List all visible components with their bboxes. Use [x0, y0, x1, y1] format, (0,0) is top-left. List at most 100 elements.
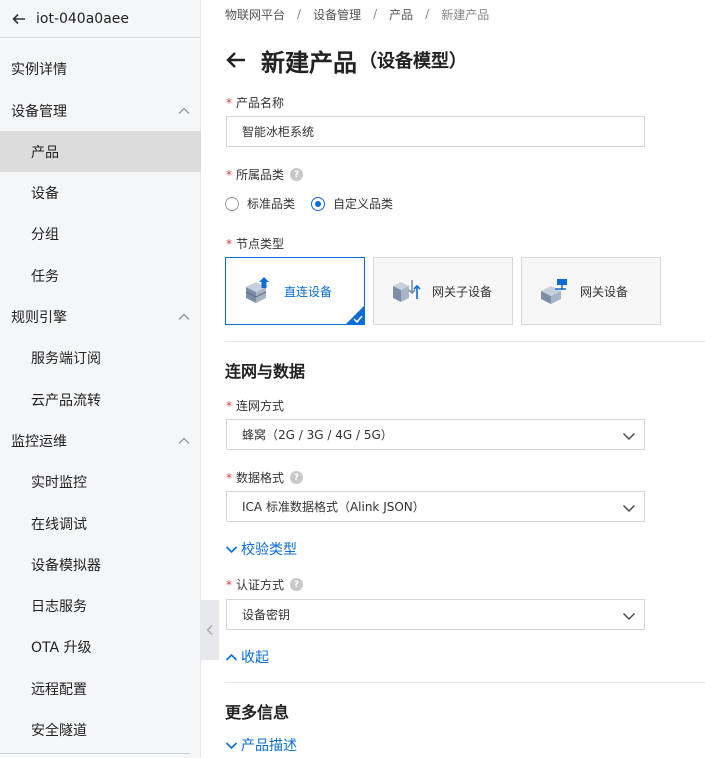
chevron-down-icon: [623, 433, 635, 440]
select-value: ICA 标准数据格式（Alink JSON）: [242, 500, 425, 514]
node-card-label: 网关子设备: [432, 284, 493, 299]
sidebar-item-server-subscription[interactable]: 服务端订阅: [0, 337, 201, 378]
breadcrumb-item[interactable]: 设备管理: [313, 6, 361, 23]
node-card-gateway-device[interactable]: 网关设备: [521, 257, 661, 325]
chevron-down-icon: [623, 613, 635, 620]
gateway-sub-device-icon: [393, 280, 421, 302]
help-icon[interactable]: ?: [290, 578, 304, 591]
section-title-more-info: 更多信息: [225, 703, 290, 722]
select-value: 蜂窝（2G / 3G / 4G / 5G）: [242, 428, 393, 442]
sidebar-item-label: 任务: [31, 268, 59, 285]
sidebar-item-label: 设备管理: [11, 103, 67, 120]
page-title-text: 新建产品: [261, 48, 357, 77]
data-format-select[interactable]: ICA 标准数据格式（Alink JSON）: [226, 491, 645, 522]
breadcrumb-item[interactable]: 物联网平台: [225, 6, 285, 23]
sidebar-group-monitoring-ops[interactable]: 监控运维: [0, 420, 201, 461]
help-icon[interactable]: ?: [290, 168, 304, 181]
sidebar-item-group[interactable]: 分组: [0, 213, 201, 254]
sidebar-item-label: 安全隧道: [31, 722, 87, 739]
auth-method-select[interactable]: 设备密钥: [226, 599, 645, 630]
node-card-label: 直连设备: [284, 284, 333, 299]
link-text: 产品描述: [241, 738, 297, 754]
sidebar-item-device-simulator[interactable]: 设备模拟器: [0, 544, 201, 585]
label-text: 所属品类: [236, 168, 285, 182]
label-text: 产品名称: [236, 96, 285, 110]
arrow-left-icon[interactable]: [11, 11, 27, 27]
sidebar-item-task[interactable]: 任务: [0, 255, 201, 296]
required-mark: *: [226, 577, 232, 592]
network-method-label: * 连网方式: [226, 397, 284, 414]
node-card-direct-device[interactable]: 直连设备: [225, 257, 365, 325]
sidebar-item-ota-upgrade[interactable]: OTA 升级: [0, 626, 201, 667]
sidebar-collapse-toggle[interactable]: [201, 600, 219, 660]
sidebar-item-log-service[interactable]: 日志服务: [0, 585, 201, 626]
chevron-up-icon: [225, 653, 238, 661]
link-text: 校验类型: [241, 542, 297, 558]
sidebar-header[interactable]: iot-040a0aee: [0, 0, 200, 38]
radio-label: 自定义品类: [333, 197, 394, 211]
sidebar-item-label: 监控运维: [11, 433, 67, 450]
radio-standard-category[interactable]: 标准品类: [225, 195, 295, 212]
back-arrow-icon[interactable]: [225, 49, 247, 71]
sidebar-item-instance-detail[interactable]: 实例详情: [0, 48, 201, 89]
sidebar-item-secure-tunnel[interactable]: 安全隧道: [0, 709, 201, 750]
sidebar-item-label: 设备: [31, 185, 59, 202]
required-mark: *: [226, 398, 232, 413]
network-method-select[interactable]: 蜂窝（2G / 3G / 4G / 5G）: [226, 419, 645, 450]
section-divider: [225, 341, 705, 342]
section-divider: [225, 682, 705, 683]
sidebar-item-label: 实例详情: [11, 61, 67, 78]
data-format-label: * 数据格式 ?: [226, 469, 304, 486]
sidebar-item-label: OTA 升级: [31, 639, 92, 656]
sidebar-group-device-management[interactable]: 设备管理: [0, 90, 201, 131]
chevron-up-icon: [178, 437, 190, 444]
radio-label: 标准品类: [247, 197, 296, 211]
instance-title: iot-040a0aee: [36, 10, 130, 27]
product-name-input[interactable]: 智能冰柜系统: [226, 116, 645, 147]
required-mark: *: [226, 167, 232, 182]
gateway-device-icon: [541, 279, 567, 304]
sidebar-item-label: 云产品流转: [31, 392, 101, 409]
node-card-label: 网关设备: [580, 284, 629, 299]
sidebar-item-cloud-product-flow[interactable]: 云产品流转: [0, 379, 201, 420]
sidebar-item-remote-config[interactable]: 远程配置: [0, 668, 201, 709]
label-text: 认证方式: [236, 578, 285, 592]
breadcrumb-separator: /: [297, 7, 302, 21]
sidebar-item-label: 远程配置: [31, 681, 87, 698]
sidebar-divider: [0, 753, 190, 754]
check-icon: [353, 315, 363, 323]
select-value: 设备密钥: [242, 608, 291, 622]
radio-button[interactable]: [225, 196, 239, 211]
required-mark: *: [226, 236, 232, 251]
sidebar-item-device[interactable]: 设备: [0, 172, 201, 213]
direct-device-icon: [245, 277, 269, 303]
sidebar-group-rules-engine[interactable]: 规则引擎: [0, 296, 201, 337]
category-radio-group: 标准品类 自定义品类: [225, 195, 409, 212]
sidebar-item-label: 服务端订阅: [31, 350, 101, 367]
label-text: 数据格式: [236, 471, 285, 485]
auth-method-label: * 认证方式 ?: [226, 576, 304, 593]
product-description-toggle[interactable]: 产品描述: [225, 735, 297, 755]
sidebar-item-label: 在线调试: [31, 516, 87, 533]
collapse-toggle[interactable]: 收起: [225, 647, 269, 667]
help-icon[interactable]: ?: [290, 471, 304, 484]
breadcrumb-item[interactable]: 产品: [389, 6, 413, 23]
label-text: 连网方式: [236, 399, 285, 413]
sidebar-item-online-debug[interactable]: 在线调试: [0, 503, 201, 544]
sidebar-item-realtime-monitoring[interactable]: 实时监控: [0, 461, 201, 502]
check-type-toggle[interactable]: 校验类型: [225, 539, 297, 559]
breadcrumb-separator: /: [373, 7, 378, 21]
sidebar-item-label: 日志服务: [31, 598, 87, 615]
app-root: iot-040a0aee 实例详情 设备管理 产品 设备 分组 任务 规则引擎 …: [0, 0, 705, 758]
product-name-label: * 产品名称: [226, 94, 284, 111]
chevron-down-icon: [225, 741, 238, 749]
node-card-gateway-sub-device[interactable]: 网关子设备: [373, 257, 513, 325]
sidebar-item-label: 产品: [31, 144, 59, 161]
input-value: 智能冰柜系统: [242, 125, 315, 139]
node-type-label: * 节点类型: [226, 235, 284, 252]
sidebar-item-product[interactable]: 产品: [0, 131, 201, 172]
page-title: 新建产品 （设备模型）: [225, 42, 467, 78]
radio-custom-category[interactable]: 自定义品类: [311, 195, 393, 212]
breadcrumb-current: 新建产品: [441, 7, 490, 22]
radio-button-selected[interactable]: [311, 196, 326, 211]
